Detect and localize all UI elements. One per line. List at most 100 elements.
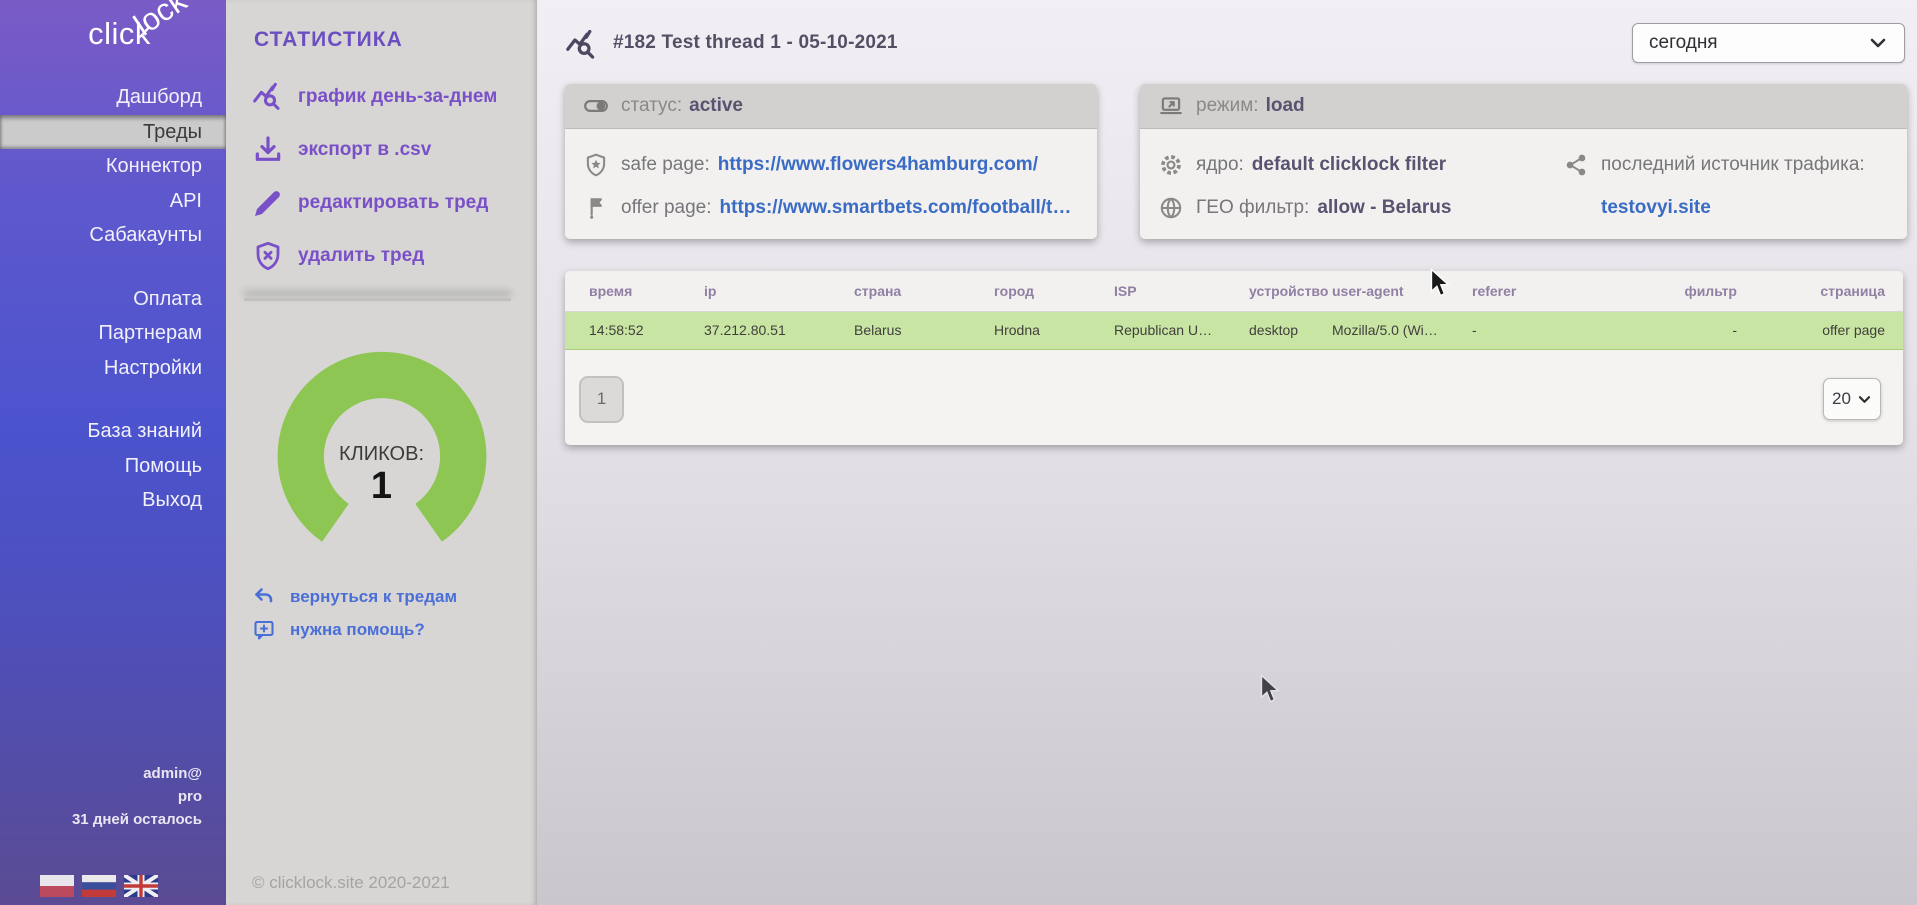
account-days-left: 31 дней осталось xyxy=(0,808,202,831)
account-email: admin@ xyxy=(0,762,202,785)
mode-card-header: режим: load xyxy=(1140,84,1907,129)
share-icon xyxy=(1563,152,1589,178)
safe-page-label: safe page: xyxy=(621,154,710,176)
mouse-cursor xyxy=(1260,674,1281,704)
action-label: экспорт в .csv xyxy=(298,139,431,161)
sidebar-item-logout[interactable]: Выход xyxy=(0,483,226,518)
table-footer: 1 20 xyxy=(565,350,1903,445)
kernel-label: ядро: xyxy=(1196,154,1244,176)
chart-search-icon xyxy=(252,81,284,113)
need-help-link[interactable]: нужна помощь? xyxy=(252,618,537,642)
traffic-source-label: последний источник трафика: xyxy=(1601,154,1865,176)
chevron-down-icon xyxy=(1857,392,1872,407)
stats-divider xyxy=(244,298,511,301)
column-header-isp[interactable]: ISP xyxy=(1090,271,1225,311)
cell-user-agent: Mozilla/5.0 (Win... xyxy=(1308,311,1448,349)
account-info: admin@ pro 31 дней осталось xyxy=(0,762,226,831)
main-header: #182 Test thread 1 - 05-10-2021 сегодня xyxy=(565,22,1917,64)
traffic-source-link[interactable]: testovyi.site xyxy=(1601,197,1711,219)
offer-page-row: offer page: https://www.smartbets.com/fo… xyxy=(583,186,1079,229)
mode-value: load xyxy=(1266,95,1305,117)
sidebar-item-threads[interactable]: Треды xyxy=(0,115,226,150)
english-flag-icon[interactable] xyxy=(124,875,158,897)
sidebar-item-connector[interactable]: Коннектор xyxy=(0,149,226,184)
column-header-country[interactable]: страна xyxy=(830,271,970,311)
shield-star-icon xyxy=(583,152,609,178)
column-header-filter[interactable]: фильтр xyxy=(1660,271,1755,311)
sidebar-item-payment[interactable]: Оплата xyxy=(0,282,226,317)
kernel-row: ядро: default clicklock filter xyxy=(1158,143,1563,186)
link-label: вернуться к тредам xyxy=(290,587,457,607)
page-1-button[interactable]: 1 xyxy=(579,376,624,423)
cell-country: Belarus xyxy=(830,311,970,349)
sidebar-nav: Дашборд Треды Коннектор API Сабакаунты О… xyxy=(0,80,226,518)
sidebar-item-dashboard[interactable]: Дашборд xyxy=(0,80,226,115)
chart-search-icon xyxy=(565,28,599,58)
action-export-csv[interactable]: экспорт в .csv xyxy=(226,123,537,176)
action-delete-thread[interactable]: удалить тред xyxy=(226,229,537,282)
mode-label: режим: xyxy=(1196,95,1259,117)
sidebar-item-knowledge-base[interactable]: База знаний xyxy=(0,414,226,449)
sidebar-item-subaccounts[interactable]: Сабакаунты xyxy=(0,218,226,253)
statistics-title: СТАТИСТИКА xyxy=(254,28,537,52)
action-label: удалить тред xyxy=(298,245,424,267)
mode-card: режим: load ядро: default clicklock filt… xyxy=(1140,84,1907,239)
column-header-referer[interactable]: referer xyxy=(1448,271,1660,311)
cell-isp: Republican Unita... xyxy=(1090,311,1225,349)
clicks-table: время ip страна город ISP устройство use… xyxy=(565,271,1903,350)
cell-time: 14:58:52 xyxy=(565,311,680,349)
kernel-value: default clicklock filter xyxy=(1252,154,1446,176)
table-row[interactable]: 14:58:52 37.212.80.51 Belarus Hrodna Rep… xyxy=(565,311,1903,349)
status-card: статус: active safe page: https://www.fl… xyxy=(565,84,1097,239)
chat-plus-icon xyxy=(252,618,276,642)
language-switcher xyxy=(0,875,198,897)
sidebar-item-partners[interactable]: Партнерам xyxy=(0,316,226,351)
shield-x-icon xyxy=(252,240,284,272)
undo-icon xyxy=(252,585,276,609)
safe-page-row: safe page: https://www.flowers4hamburg.c… xyxy=(583,143,1079,186)
clicklock-logo[interactable]: clicklock xyxy=(0,0,226,80)
geo-filter-row: ГЕО фильтр: allow - Belarus xyxy=(1158,186,1563,229)
action-edit-thread[interactable]: редактировать тред xyxy=(226,176,537,229)
chevron-down-icon xyxy=(1868,33,1888,53)
sidebar-item-settings[interactable]: Настройки xyxy=(0,351,226,386)
link-label: нужна помощь? xyxy=(290,620,425,640)
column-header-page[interactable]: страница xyxy=(1755,271,1903,311)
offer-page-link[interactable]: https://www.smartbets.com/football/tea..… xyxy=(720,197,1079,219)
cell-filter: - xyxy=(1660,311,1755,349)
toggle-icon xyxy=(583,93,609,119)
sidebar: clicklock Дашборд Треды Коннектор API Са… xyxy=(0,0,226,905)
account-plan: pro xyxy=(0,785,202,808)
status-value: active xyxy=(689,95,743,117)
status-card-header: статус: active xyxy=(565,84,1097,129)
statistics-actions: график день-за-днем экспорт в .csv редак… xyxy=(226,70,537,282)
screen-share-icon xyxy=(1158,93,1184,119)
column-header-ip[interactable]: ip xyxy=(680,271,830,311)
status-label: статус: xyxy=(621,95,682,117)
sidebar-item-help[interactable]: Помощь xyxy=(0,449,226,484)
column-header-user-agent[interactable]: user-agent xyxy=(1308,271,1448,311)
column-header-time[interactable]: время xyxy=(565,271,680,311)
gauge-value: 1 xyxy=(252,465,512,508)
period-select[interactable]: сегодня xyxy=(1632,23,1905,63)
cell-page: offer page xyxy=(1755,311,1903,349)
back-to-threads-link[interactable]: вернуться к тредам xyxy=(252,585,537,609)
gear-icon xyxy=(1158,152,1184,178)
polish-flag-icon[interactable] xyxy=(40,875,74,897)
page-size-select[interactable]: 20 xyxy=(1823,378,1881,420)
pencil-icon xyxy=(252,187,284,219)
period-select-value: сегодня xyxy=(1649,32,1718,54)
safe-page-link[interactable]: https://www.flowers4hamburg.com/ xyxy=(718,154,1038,176)
sidebar-item-api[interactable]: API xyxy=(0,184,226,219)
cell-ip: 37.212.80.51 xyxy=(680,311,830,349)
traffic-source-row: последний источник трафика: xyxy=(1563,143,1889,186)
gauge-label: КЛИКОВ: xyxy=(252,443,512,466)
cell-device: desktop xyxy=(1225,311,1308,349)
russian-flag-icon[interactable] xyxy=(82,875,116,897)
action-day-by-day-chart[interactable]: график день-за-днем xyxy=(226,70,537,123)
geo-filter-value: allow - Belarus xyxy=(1317,197,1451,219)
column-header-city[interactable]: город xyxy=(970,271,1090,311)
column-header-device[interactable]: устройство xyxy=(1225,271,1308,311)
statistics-panel: СТАТИСТИКА график день-за-днем экспорт в… xyxy=(226,0,537,905)
geo-filter-label: ГЕО фильтр: xyxy=(1196,197,1309,219)
